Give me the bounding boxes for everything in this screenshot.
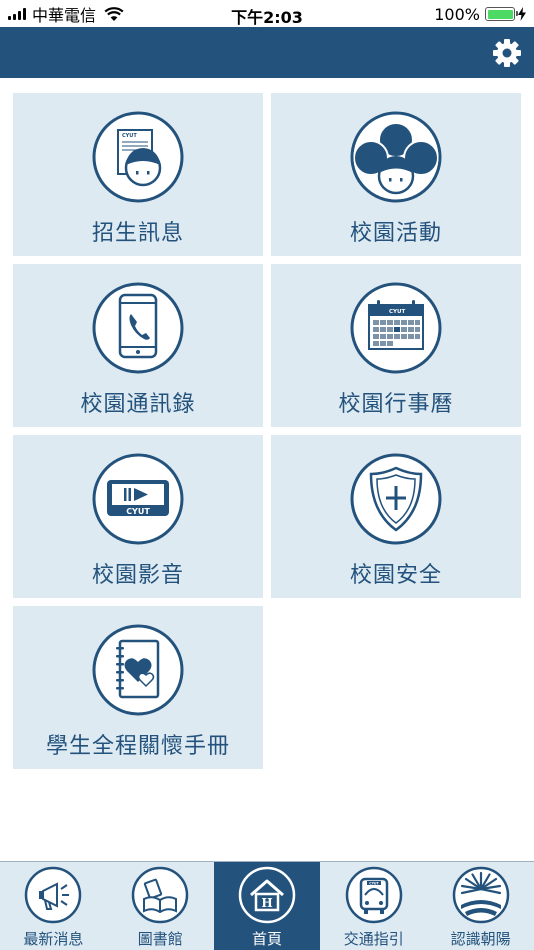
- menu-label: 招生訊息: [91, 221, 184, 246]
- menu-label: 校園安全: [349, 563, 442, 588]
- calendar-icon: CYUT: [350, 282, 442, 374]
- svg-text:CYUT: CYUT: [126, 507, 150, 516]
- app-header: [0, 27, 534, 78]
- status-right: 100%: [434, 4, 526, 24]
- tab-label: 交通指引: [343, 930, 404, 948]
- tab-library[interactable]: 圖書館: [107, 862, 214, 950]
- gear-icon: [493, 39, 521, 67]
- tab-home[interactable]: H 首頁: [213, 862, 321, 950]
- menu-label: 校園活動: [349, 221, 442, 246]
- svg-text:H: H: [261, 896, 272, 910]
- battery-icon: [485, 7, 518, 21]
- campus-activities-icon: [350, 111, 442, 203]
- svg-text:CYUT: CYUT: [389, 309, 405, 315]
- tab-label: 首頁: [251, 930, 282, 948]
- menu-tile-safety[interactable]: 校園安全: [271, 435, 521, 598]
- sun-emblem-icon: [452, 866, 509, 924]
- video-icon: CYUT: [92, 453, 184, 545]
- menu-tile-care-handbook[interactable]: 學生全程關懷手冊: [13, 606, 263, 769]
- shield-icon: [350, 453, 442, 545]
- megaphone-icon: [25, 866, 82, 924]
- menu-tile-phone-directory[interactable]: 校園通訊錄: [13, 264, 263, 427]
- menu-tile-campus-activities[interactable]: 校園活動: [271, 93, 521, 256]
- menu-tile-video[interactable]: CYUT 校園影音: [13, 435, 263, 598]
- tab-transport[interactable]: CYUT 交通指引: [320, 862, 427, 950]
- home-icon: H: [238, 866, 296, 924]
- svg-text:CYUT: CYUT: [369, 881, 379, 885]
- tab-bar: 最新消息 圖書館 H 首頁 CYUT 交通指引 認識朝陽: [0, 861, 534, 950]
- settings-button[interactable]: [490, 36, 524, 70]
- tab-label: 最新消息: [23, 930, 84, 948]
- svg-text:CYUT: CYUT: [122, 133, 137, 139]
- tab-news[interactable]: 最新消息: [0, 862, 107, 950]
- menu-label: 校園通訊錄: [80, 392, 196, 417]
- menu-label: 學生全程關懷手冊: [45, 734, 230, 759]
- battery-percent: 100%: [434, 4, 480, 24]
- care-handbook-icon: [92, 624, 184, 716]
- tab-label: 圖書館: [137, 930, 183, 948]
- tab-about[interactable]: 認識朝陽: [427, 862, 534, 950]
- status-bar: 中華電信 下午2:03 100%: [0, 0, 534, 27]
- tab-label: 認識朝陽: [450, 930, 511, 948]
- bus-icon: CYUT: [345, 866, 403, 924]
- menu-label: 校園行事曆: [338, 392, 454, 417]
- charging-icon: [518, 7, 526, 21]
- menu-tile-calendar[interactable]: CYUT 校園行事曆: [271, 264, 521, 427]
- phone-directory-icon: [92, 282, 184, 374]
- books-icon: [131, 866, 189, 924]
- menu-tile-admission[interactable]: CYUT 招生訊息: [13, 93, 263, 256]
- menu-label: 校園影音: [91, 563, 184, 588]
- admission-icon: CYUT: [92, 111, 184, 203]
